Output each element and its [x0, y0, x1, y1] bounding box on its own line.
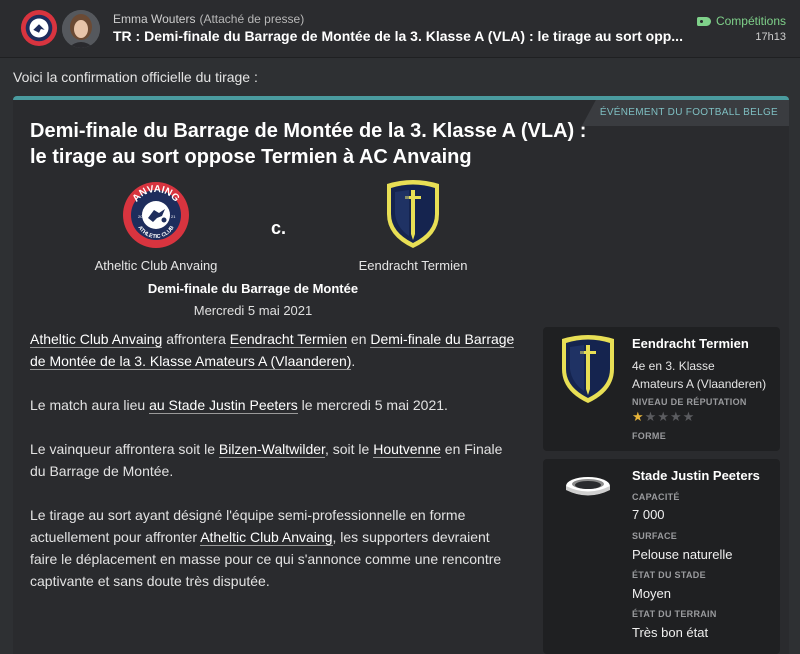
stadium-state-value: Moyen	[632, 586, 672, 601]
news-card: ÉVÉNEMENT DU FOOTBALL BELGE Demi-finale …	[13, 96, 789, 654]
away-team[interactable]: Eendracht Termien	[333, 180, 493, 273]
sender-line: Emma Wouters (Attaché de presse)	[113, 12, 304, 26]
surface-label: SURFACE	[632, 531, 678, 541]
article-body: Atheltic Club Anvaing affrontera Eendrac…	[30, 328, 520, 614]
away-team-name[interactable]: Eendracht Termien	[333, 258, 493, 273]
text-span: Le vainqueur affrontera soit le	[30, 441, 219, 457]
text-span: en	[440, 441, 465, 457]
match-date: Mercredi 5 mai 2021	[193, 303, 313, 318]
star-icon: ★	[657, 409, 669, 424]
link-away-team[interactable]: Eendracht Termien	[229, 331, 348, 348]
stadium-info-panel[interactable]: Stade Justin Peeters CAPACITÉ 7 000 SURF…	[543, 459, 780, 654]
text-span: Le match aura lieu	[30, 397, 150, 413]
surface-value: Pelouse naturelle	[632, 547, 733, 562]
star-icon: ★	[632, 409, 644, 424]
sender-name[interactable]: Emma Wouters	[113, 12, 195, 26]
category-label: Compétitions	[715, 14, 786, 28]
link-home-team[interactable]: Atheltic Club Anvaing	[30, 331, 163, 348]
team-info-panel[interactable]: Eendracht Termien 4e en 3. Klasse Amateu…	[543, 327, 780, 451]
stadium-icon	[566, 477, 610, 496]
star-icon: ★	[682, 409, 695, 424]
link-home-team-2[interactable]: Atheltic Club Anvaing	[200, 529, 333, 546]
team-panel-position: 4e en 3. Klasse	[632, 359, 715, 373]
termien-crest-icon	[562, 335, 614, 403]
stadium-state-label: ÉTAT DU STADE	[632, 570, 706, 580]
club-badge-icon[interactable]	[20, 9, 58, 47]
text-span: .	[169, 463, 174, 479]
category-tag[interactable]: Compétitions	[696, 14, 786, 28]
event-badge: ÉVÉNEMENT DU FOOTBALL BELGE	[581, 100, 789, 126]
versus-label: c.	[271, 218, 287, 238]
text-span: , soit le	[324, 441, 374, 457]
capacity-value: 7 000	[632, 507, 665, 522]
text-span: en	[347, 331, 371, 347]
paragraph-2: Le match aura lieu au Stade Justin Peete…	[30, 394, 520, 416]
card-title: Demi-finale du Barrage de Montée de la 3…	[30, 120, 587, 168]
star-icon: ★	[669, 409, 682, 424]
tag-icon	[696, 16, 711, 26]
form-label: FORME	[632, 431, 666, 441]
crest-year-left: 20	[138, 214, 143, 219]
intro-text: Voici la confirmation officielle du tira…	[13, 69, 258, 85]
person-avatar-icon	[62, 10, 100, 48]
team-panel-name[interactable]: Eendracht Termien	[632, 336, 749, 351]
competition-name[interactable]: Demi-finale du Barrage de Montée	[13, 281, 493, 296]
capacity-label: CAPACITÉ	[632, 492, 680, 502]
message-header: Emma Wouters (Attaché de presse) TR : Dem…	[0, 0, 800, 58]
star-icon: ★	[644, 409, 657, 424]
stadium-panel-name[interactable]: Stade Justin Peeters	[632, 468, 760, 483]
message-time: 17h13	[755, 31, 786, 43]
anvaing-crest-icon: ANVAING ATHLETIC CLUB 20 21	[123, 182, 189, 248]
pitch-state-value: Très bon état	[632, 625, 709, 640]
link-stadium[interactable]: au Stade Justin Peeters	[149, 397, 298, 414]
message-subject: TR : Demi-finale du Barrage de Montée de…	[113, 28, 683, 44]
pitch-state-label: ÉTAT DU TERRAIN	[632, 609, 717, 619]
team-panel-league: Amateurs A (Vlaanderen)	[632, 377, 767, 391]
link-bilzen[interactable]: Bilzen-Waltwilder	[218, 441, 325, 458]
paragraph-4: Le tirage au sort ayant désigné l'équipe…	[30, 504, 520, 592]
reputation-label: NIVEAU DE RÉPUTATION	[632, 397, 747, 407]
text-span: affrontera	[162, 331, 230, 347]
text-span: .	[351, 353, 356, 369]
reputation-stars: ★ ★ ★ ★ ★	[632, 410, 694, 423]
paragraph-1: Atheltic Club Anvaing affrontera Eendrac…	[30, 328, 520, 372]
link-houtvenne[interactable]: Houtvenne	[373, 441, 441, 458]
text-span: le mercredi 5 mai 2021.	[297, 397, 448, 413]
paragraph-3: Le vainqueur affrontera soit le Bilzen-W…	[30, 438, 520, 482]
home-team-name[interactable]: Atheltic Club Anvaing	[71, 258, 241, 273]
crest-year-right: 21	[171, 214, 176, 219]
home-team[interactable]: ANVAING ATHLETIC CLUB 20 21 Atheltic Clu…	[71, 180, 241, 273]
sender-avatar[interactable]	[62, 10, 100, 48]
termien-crest-icon	[387, 180, 439, 248]
sender-role: (Attaché de presse)	[199, 12, 305, 26]
